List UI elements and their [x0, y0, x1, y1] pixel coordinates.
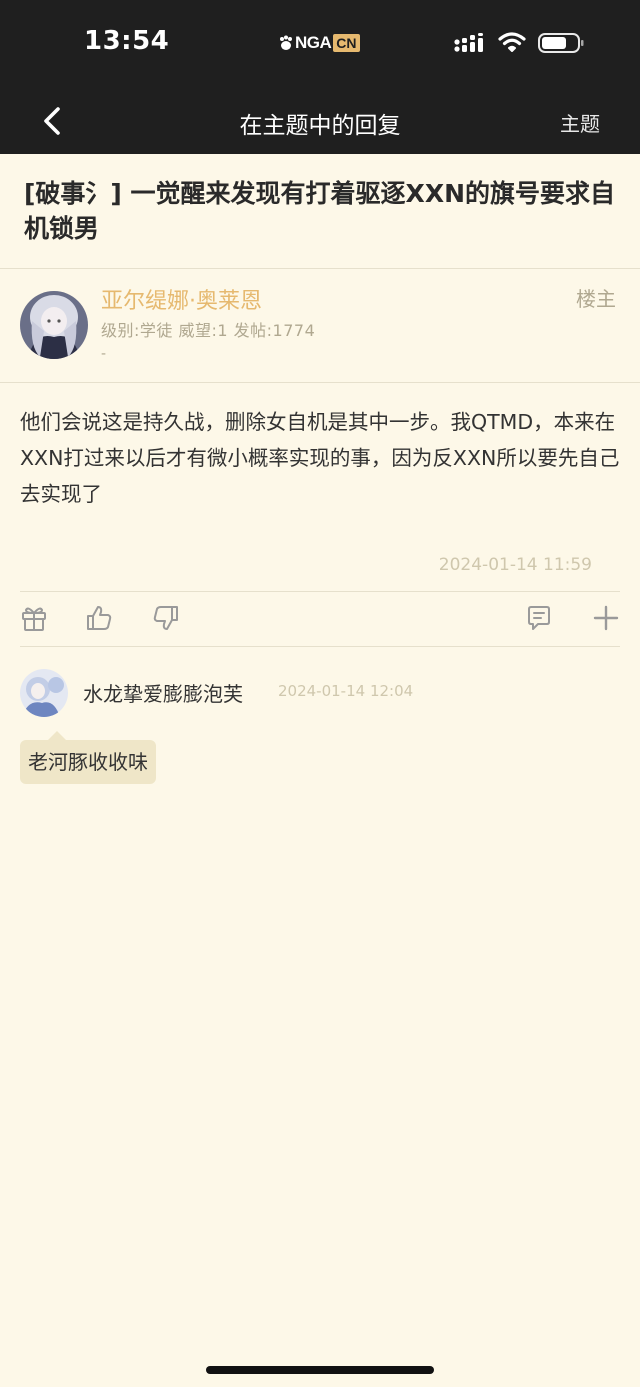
logo-suffix: CN [333, 34, 360, 52]
gift-icon[interactable] [20, 604, 48, 632]
avatar-image [20, 291, 88, 359]
floor-label: 楼主 [576, 287, 616, 311]
home-indicator[interactable] [206, 1366, 434, 1374]
cellular-signal-icon [454, 33, 483, 52]
topic-link[interactable]: 主题 [560, 108, 600, 137]
author-name[interactable]: 亚尔缇娜·奥莱恩 [101, 283, 262, 315]
avatar-image [20, 669, 68, 717]
divider [0, 382, 640, 383]
plus-icon[interactable] [592, 604, 620, 632]
commenter-avatar[interactable] [20, 669, 68, 717]
thread-title: [破事氵] 一觉醒来发现有打着驱逐XXN的旗号要求自机锁男 [24, 179, 616, 243]
logo-text: NGA [295, 33, 332, 52]
status-time: 13:54 [84, 26, 170, 56]
comment-time: 2024-01-14 12:04 [278, 682, 414, 700]
divider [20, 646, 620, 647]
divider [0, 268, 640, 269]
author-signature: - [101, 346, 107, 362]
battery-icon [538, 33, 584, 53]
author-avatar[interactable] [20, 291, 88, 359]
like-icon[interactable] [85, 604, 113, 632]
nga-logo: NGA CN [279, 33, 360, 53]
author-meta: 级别:学徒 威望:1 发帖:1774 [101, 321, 316, 340]
paw-icon [280, 35, 292, 50]
top-bar: 13:54 NGA CN 在主题中的回复 主题 [0, 0, 640, 154]
comment-bubble: 老河豚收收味 [20, 731, 156, 784]
post-content: 他们会说这是持久战，删除女自机是其中一步。我QTMD，本来在XXN打过来以后才有… [20, 410, 620, 506]
comment-icon[interactable] [525, 604, 553, 632]
page-title: 在主题中的回复 [239, 113, 401, 139]
post-time: 2024-01-14 11:59 [438, 555, 592, 575]
dislike-icon[interactable] [152, 604, 180, 632]
divider [20, 591, 620, 592]
commenter-name[interactable]: 水龙挚爱膨膨泡芙 [83, 678, 243, 707]
wifi-icon [498, 32, 526, 52]
